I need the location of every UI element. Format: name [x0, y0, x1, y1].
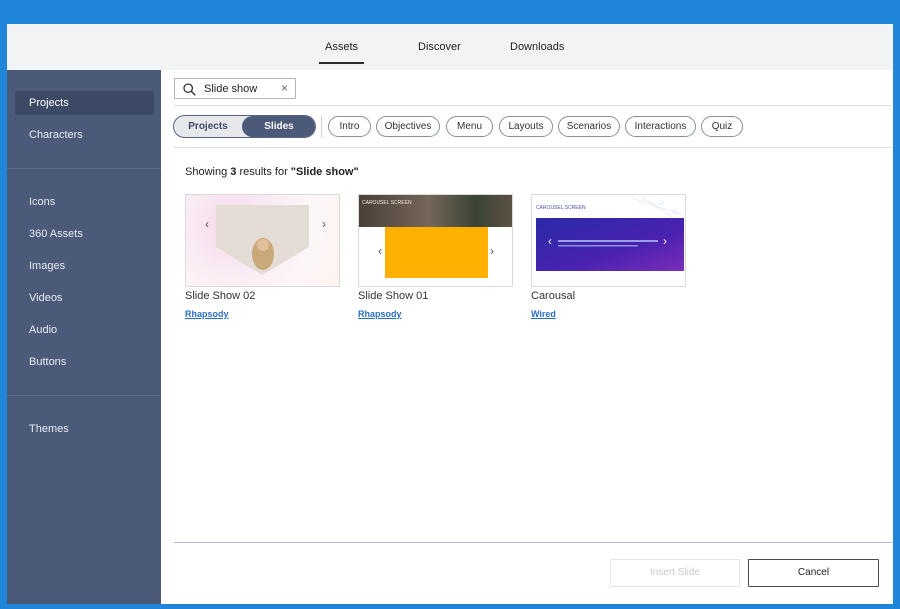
filter-chip-objectives[interactable]: Objectives: [376, 116, 440, 137]
sidebar-divider: [7, 395, 161, 396]
slide-thumbnail[interactable]: ‹ ›: [185, 194, 340, 287]
filter-chip-layouts[interactable]: Layouts: [499, 116, 553, 137]
chevron-right-icon: ›: [663, 234, 667, 248]
thumb-heading: CAROUSEL SCREEN: [536, 205, 586, 211]
footer-divider: [174, 542, 892, 543]
slide-card-title: Slide Show 02: [185, 290, 256, 302]
sidebar-item-buttons[interactable]: Buttons: [29, 356, 66, 368]
sidebar-item-characters[interactable]: Characters: [29, 129, 83, 141]
results-middle: results for: [236, 166, 291, 178]
projects-slides-toggle: Projects Slides: [173, 115, 316, 138]
slide-card-title: Slide Show 01: [358, 290, 429, 302]
insert-slide-button[interactable]: Insert Slide: [610, 559, 740, 587]
chevron-left-icon: ‹: [378, 244, 382, 258]
sidebar: Projects Characters Icons 360 Assets Ima…: [7, 70, 161, 604]
sidebar-item-icons[interactable]: Icons: [29, 196, 55, 208]
top-bar: Assets Discover Downloads: [7, 24, 893, 70]
close-icon[interactable]: ×: [281, 81, 288, 95]
tab-bar: Assets Discover Downloads: [7, 24, 893, 70]
search-icon: [183, 83, 196, 96]
search-input[interactable]: [204, 81, 274, 97]
results-prefix: Showing: [185, 166, 231, 178]
slide-content-block: [385, 227, 488, 278]
slide-card-theme-link[interactable]: Wired: [531, 309, 556, 319]
tab-assets[interactable]: Assets: [318, 41, 365, 64]
tab-discover[interactable]: Discover: [418, 41, 461, 53]
thumb-heading: CAROUSEL SCREEN: [362, 200, 412, 206]
filter-chip-interactions[interactable]: Interactions: [625, 116, 696, 137]
sidebar-item-themes[interactable]: Themes: [29, 423, 69, 435]
asset-browser-window: Assets Discover Downloads Projects Chara…: [7, 24, 893, 604]
slide-thumbnail[interactable]: CAROUSEL SCREEN ‹ ›: [358, 194, 513, 287]
slide-card-theme-link[interactable]: Rhapsody: [185, 309, 229, 319]
filter-chip-quiz[interactable]: Quiz: [701, 116, 743, 137]
chevron-left-icon: ‹: [205, 217, 209, 231]
results-summary: Showing 3 results for "Slide show": [185, 166, 359, 178]
tab-downloads[interactable]: Downloads: [510, 41, 564, 53]
sidebar-item-audio[interactable]: Audio: [29, 324, 57, 336]
sidebar-divider: [7, 168, 161, 169]
filter-chip-menu[interactable]: Menu: [446, 116, 493, 137]
toggle-slides[interactable]: Slides: [242, 116, 315, 137]
sidebar-item-projects[interactable]: Projects: [29, 97, 69, 109]
filter-chip-scenarios[interactable]: Scenarios: [558, 116, 620, 137]
results-query: "Slide show": [290, 166, 359, 178]
search-box: ×: [174, 78, 296, 99]
chevron-left-icon: ‹: [548, 234, 552, 248]
sidebar-item-360-assets[interactable]: 360 Assets: [29, 228, 83, 240]
slide-thumbnail[interactable]: CAROUSEL SCREEN ‹ ›: [531, 194, 686, 287]
chevron-right-icon: ›: [490, 244, 494, 258]
sidebar-item-videos[interactable]: Videos: [29, 292, 62, 304]
divider: [174, 147, 892, 148]
toggle-projects[interactable]: Projects: [174, 116, 242, 137]
filter-chip-intro[interactable]: Intro: [328, 116, 371, 137]
sidebar-item-images[interactable]: Images: [29, 260, 65, 272]
filter-separator: [321, 116, 322, 138]
slide-preview-graphic: [216, 205, 309, 275]
cancel-button[interactable]: Cancel: [748, 559, 879, 587]
slide-card-title: Carousal: [531, 290, 576, 302]
chevron-right-icon: ›: [322, 217, 326, 231]
slide-card-theme-link[interactable]: Rhapsody: [358, 309, 402, 319]
divider: [174, 105, 892, 106]
